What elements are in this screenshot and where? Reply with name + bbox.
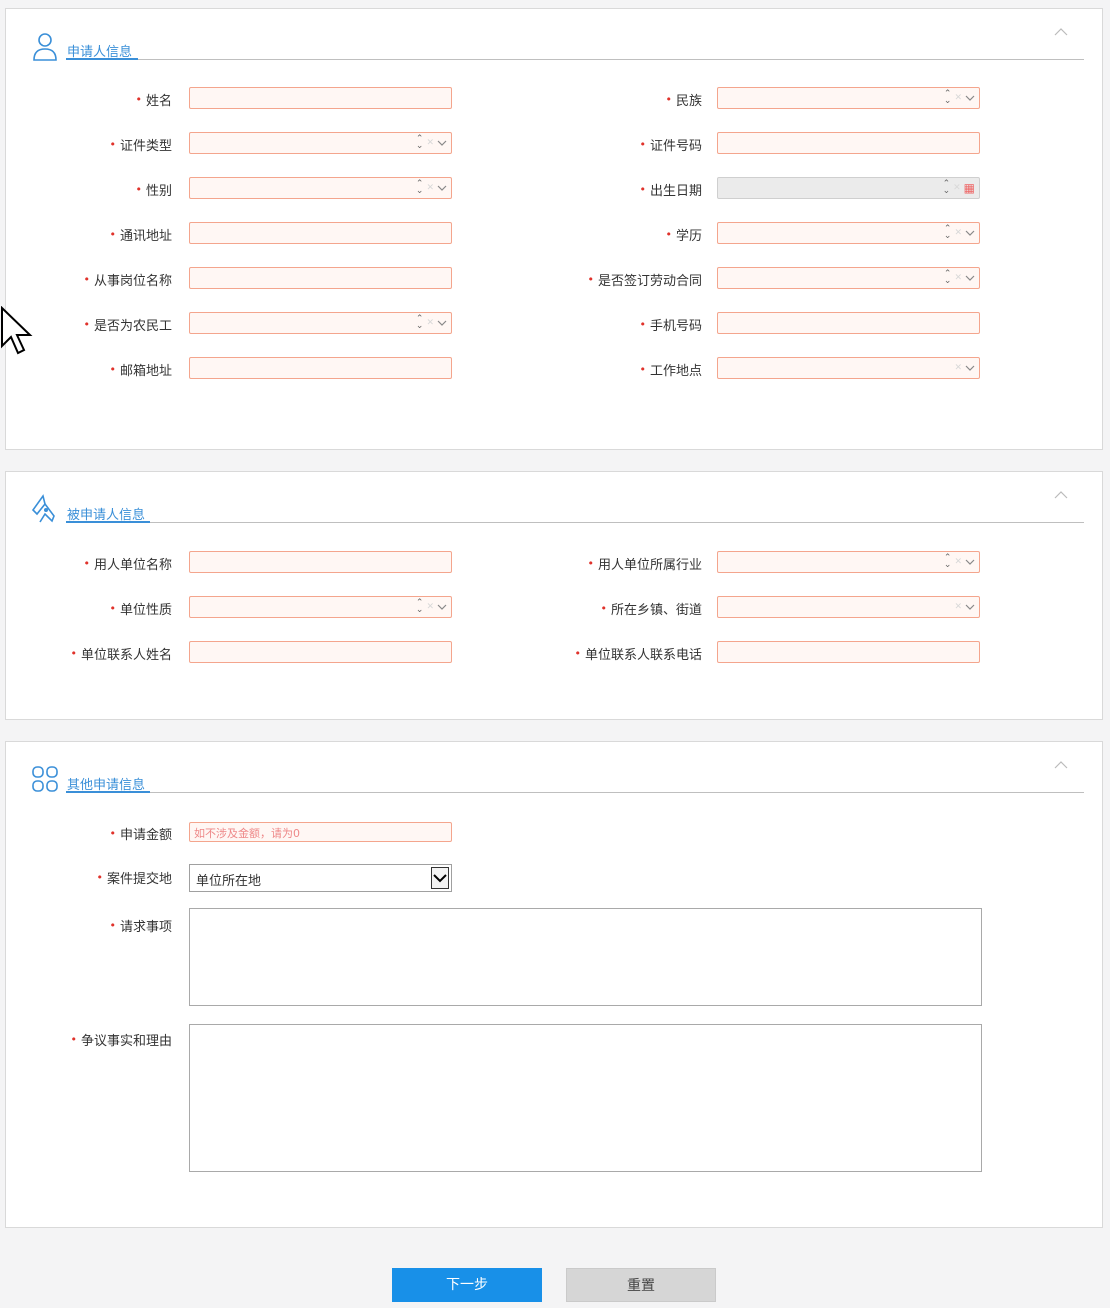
spinner-icon[interactable]: ⌃ ⌄ [944,554,952,570]
chevron-down-icon[interactable] [965,229,975,237]
mouse-cursor-icon [0,306,33,355]
clear-icon[interactable]: ✕ [426,138,434,148]
spinner-icon[interactable]: ⌃ ⌄ [944,270,952,286]
title-underline [66,521,150,523]
spinner-icon[interactable]: ⌃ ⌄ [416,180,424,196]
field-label: • 单位性质 [109,602,172,618]
chevron-down-icon[interactable] [965,603,975,611]
select-input[interactable]: ⌃ ⌄ ✕ [717,551,980,573]
spinner-icon[interactable]: ⌃ ⌄ [943,180,951,196]
chevron-down-icon[interactable] [431,867,449,889]
jurisdiction-select[interactable]: 单位所在地 [189,864,452,892]
reset-button[interactable]: 重置 [566,1268,716,1302]
chevron-down-icon[interactable] [437,184,447,192]
field-label: • 邮箱地址 [109,363,172,379]
field-label: • 所在乡镇、街道 [600,602,702,618]
chevron-down-icon[interactable] [965,558,975,566]
divider [66,522,1084,523]
request-textarea[interactable] [189,908,982,1006]
select-input[interactable]: ⌃ ⌄ ✕ [717,267,980,289]
next-button[interactable]: 下一步 [392,1268,542,1302]
select-input[interactable]: ✕ [717,357,980,379]
field-label: • 单位联系人联系电话 [574,647,702,663]
chevron-down-icon[interactable] [437,603,447,611]
field-label: • 性别 [135,183,172,199]
chevron-down-icon[interactable] [437,319,447,327]
spinner-icon[interactable]: ⌃ ⌄ [944,90,952,106]
field-label: • 是否签订劳动合同 [587,273,702,289]
select-input[interactable]: ⌃ ⌄ ✕ [189,177,452,199]
select-input[interactable]: ✕ [717,596,980,618]
divider [66,792,1084,793]
field-label: • 出生日期 [639,183,702,199]
field-label: • 证件类型 [109,138,172,154]
select-input[interactable]: ⌃ ⌄ ✕ [717,87,980,109]
text-input[interactable] [717,132,980,154]
text-input[interactable] [189,267,452,289]
divider [66,59,1084,60]
text-input[interactable] [189,357,452,379]
field-label: • 单位联系人姓名 [70,647,172,663]
select-input[interactable]: ⌃ ⌄ ✕ [189,596,452,618]
select-input[interactable]: ⌃ ⌄ ✕ [189,132,452,154]
text-input[interactable] [189,641,452,663]
chevron-down-icon[interactable] [437,139,447,147]
spinner-icon[interactable]: ⌃ ⌄ [416,599,424,615]
other-info-panel: 其他申请信息 • 申请金额 如不涉及金额，请为0 • 案件提交地 单位所在地 • 请求… [5,741,1103,1228]
field-label: • 通讯地址 [109,228,172,244]
clear-icon[interactable]: ✕ [954,557,962,567]
title-underline [66,58,138,60]
calendar-icon[interactable]: ▦ [964,181,975,195]
chevron-down-icon[interactable] [965,94,975,102]
clear-icon[interactable]: ✕ [954,602,962,612]
title-underline [66,791,150,793]
select-input[interactable]: ⌃ ⌄ ✕ [717,222,980,244]
jurisdiction-value: 单位所在地 [196,874,262,889]
amount-input[interactable]: 如不涉及金额，请为0 [189,822,452,842]
field-label: • 手机号码 [639,318,702,334]
chevron-down-icon[interactable] [965,274,975,282]
text-input[interactable] [717,641,980,663]
field-label: • 从事岗位名称 [83,273,172,289]
field-label: • 学历 [665,228,702,244]
spinner-icon[interactable]: ⌃ ⌄ [416,315,424,331]
clear-icon[interactable]: ✕ [426,183,434,193]
spinner-icon[interactable]: ⌃ ⌄ [416,135,424,151]
chevron-down-icon[interactable] [965,364,975,372]
facts-label: • 争议事实和理由 [70,1033,172,1049]
jurisdiction-label: • 案件提交地 [96,871,172,887]
facts-textarea[interactable] [189,1024,982,1172]
clear-icon[interactable]: ✕ [954,93,962,103]
field-label: • 证件号码 [639,138,702,154]
field-label: • 民族 [665,93,702,109]
text-input[interactable] [189,87,452,109]
grid-icon [32,766,58,792]
request-label: • 请求事项 [109,919,172,935]
date-picker[interactable]: ⌃ ⌄ ✕ ▦ [717,177,980,199]
handshake-icon [32,494,55,523]
collapse-chevron-icon[interactable] [1054,760,1068,770]
field-label: • 工作地点 [639,363,702,379]
field-label: • 用人单位名称 [83,557,172,573]
respondent-info-panel: 被申请人信息 • 用人单位名称 • 单位性质 ⌃ ⌄ ✕ • 单位联系人姓名 • 用人单位所属行业 ⌃… [5,471,1103,720]
clear-icon[interactable]: ✕ [954,363,962,373]
user-icon [33,33,57,61]
amount-label: • 申请金额 [109,827,172,843]
collapse-chevron-icon[interactable] [1054,27,1068,37]
text-input[interactable] [717,312,980,334]
spinner-icon[interactable]: ⌃ ⌄ [944,225,952,241]
clear-icon[interactable]: ✕ [426,602,434,612]
field-label: • 用人单位所属行业 [587,557,702,573]
text-input[interactable] [189,222,452,244]
text-input[interactable] [189,551,452,573]
clear-icon[interactable]: ✕ [954,228,962,238]
select-input[interactable]: ⌃ ⌄ ✕ [189,312,452,334]
applicant-info-panel: 申请人信息 • 姓名 • 证件类型 ⌃ ⌄ ✕ • 性别 ⌃ ⌄ ✕ • 通讯地址 • 从事岗位名称 • 是否为农… [5,8,1103,450]
field-label: • 姓名 [135,93,172,109]
clear-icon[interactable]: ✕ [426,318,434,328]
clear-icon[interactable]: ✕ [954,273,962,283]
collapse-chevron-icon[interactable] [1054,490,1068,500]
clear-icon[interactable]: ✕ [953,183,961,193]
field-label: • 是否为农民工 [83,318,172,334]
